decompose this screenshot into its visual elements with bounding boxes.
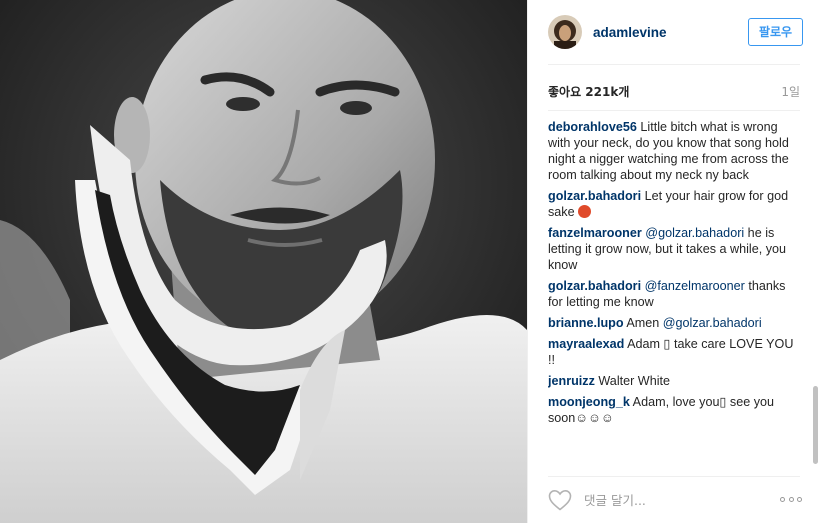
comment-list[interactable]: deborahlove56 Little bitch what is wrong…	[548, 119, 794, 467]
comment-item: moonjeong_k Adam, love you▯ see you soon…	[548, 394, 794, 426]
dot-icon	[788, 496, 794, 502]
comment-item: fanzelmarooner @golzar.bahadori he is le…	[548, 225, 794, 273]
comment-item: jenruizz Walter White	[548, 373, 794, 389]
comment-input[interactable]	[584, 492, 754, 508]
dot-icon	[797, 496, 802, 502]
follow-button[interactable]: 팔로우	[748, 18, 803, 46]
comment-username[interactable]: jenruizz	[548, 374, 595, 388]
comment-item: brianne.lupo Amen @golzar.bahadori	[548, 315, 794, 331]
comment-mention[interactable]: @golzar.bahadori	[663, 316, 762, 330]
stats-divider	[548, 110, 800, 111]
angry-face-emoji-icon	[578, 205, 592, 218]
post-modal: adamlevine 팔로우 좋아요 221k개 1일 deborahlove5…	[0, 0, 820, 523]
comment-item: deborahlove56 Little bitch what is wrong…	[548, 119, 794, 183]
more-options-icon[interactable]	[780, 494, 802, 504]
post-header: adamlevine 팔로우	[528, 0, 820, 64]
scrollbar-thumb[interactable]	[813, 386, 818, 464]
post-stats: 좋아요 221k개 1일	[548, 83, 800, 101]
heart-icon[interactable]	[548, 489, 572, 511]
comment-username[interactable]: golzar.bahadori	[548, 279, 641, 293]
comment-username[interactable]: deborahlove56	[548, 120, 637, 134]
comment-item: golzar.bahadori @fanzelmarooner thanks f…	[548, 278, 794, 310]
comment-username[interactable]: golzar.bahadori	[548, 189, 641, 203]
comment-username[interactable]: fanzelmarooner	[548, 226, 642, 240]
username-link[interactable]: adamlevine	[593, 25, 667, 40]
comment-item: golzar.bahadori Let your hair grow for g…	[548, 188, 794, 220]
dot-icon	[780, 496, 785, 502]
comment-text: Walter White	[594, 374, 670, 388]
header-divider	[548, 64, 800, 65]
comment-text: Amen	[623, 316, 663, 330]
photo-image	[0, 0, 527, 523]
post-photo[interactable]	[0, 0, 527, 523]
comment-username[interactable]: moonjeong_k	[548, 395, 630, 409]
comment-username[interactable]: mayraalexad	[548, 337, 624, 351]
post-footer	[548, 477, 802, 523]
post-details-panel: adamlevine 팔로우 좋아요 221k개 1일 deborahlove5…	[527, 0, 820, 523]
comment-item: mayraalexad Adam ▯ take care LOVE YOU !!	[548, 336, 794, 368]
post-time[interactable]: 1일	[781, 83, 800, 100]
likes-count[interactable]: 좋아요 221k개	[548, 85, 629, 99]
comment-mention[interactable]: @golzar.bahadori	[645, 226, 744, 240]
comment-mention[interactable]: @fanzelmarooner	[645, 279, 745, 293]
avatar-image	[548, 15, 582, 49]
comment-username[interactable]: brianne.lupo	[548, 316, 624, 330]
comments-scrollbar[interactable]	[812, 119, 820, 467]
avatar[interactable]	[548, 15, 582, 49]
